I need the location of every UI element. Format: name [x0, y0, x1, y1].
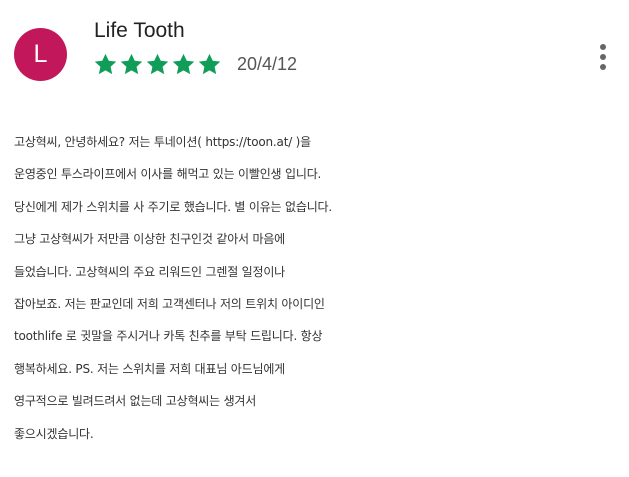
review-line: 고상혁씨, 안녕하세요? 저는 투네이션( https://toon.at/ )…: [14, 135, 311, 149]
star-icon: [94, 53, 117, 75]
review-line: 좋으시겠습니다.: [14, 426, 94, 441]
review-date: 20/4/12: [237, 54, 298, 74]
review-line: 잡아보죠. 저는 판교인데 저희 고객센터나 저의 트위치 아이디인: [14, 296, 325, 311]
menu-dot: [600, 44, 606, 50]
star-icon: [198, 53, 221, 75]
review-line: 그냥 고상혁씨가 저만큼 이상한 친구인것 같아서 마음에: [14, 232, 286, 247]
review-line: toothlife 로 귓말을 주시거나 카톡 친추를 부탁 드립니다. 항상: [14, 329, 323, 344]
star-icon: [146, 53, 169, 75]
author-avatar[interactable]: L: [14, 28, 67, 81]
star-icon: [172, 53, 195, 75]
more-vert-icon[interactable]: [592, 42, 614, 72]
star-rating: [93, 52, 222, 77]
review-line: 운영중인 투스라이프에서 이사를 해먹고 있는 이빨인생 입니다.: [14, 167, 322, 182]
review-line: 당신에게 제가 스위치를 사 주기로 했습니다. 별 이유는 없습니다.: [14, 199, 332, 214]
rating-row: 20/4/12: [93, 52, 297, 77]
menu-dot: [600, 64, 606, 70]
star-icon: [120, 53, 143, 75]
avatar-initial: L: [33, 40, 48, 68]
review-line: 들었습니다. 고상혁씨의 주요 리워드인 그렌절 일정이나: [14, 264, 286, 279]
author-name: Life Tooth: [94, 19, 185, 42]
review-line: 행복하세요. PS. 저는 스위치를 저희 대표님 아드님에게: [14, 361, 286, 376]
review-body: 고상혁씨, 안녕하세요? 저는 투네이션( https://toon.at/ )…: [14, 126, 624, 450]
review-card: L Life Tooth 20/4/12 고상혁씨, 안녕하세요? 저는 투네이…: [0, 0, 629, 477]
review-line: 영구적으로 빌려드려서 없는데 고상혁씨는 생겨서: [14, 394, 257, 409]
menu-dot: [600, 54, 606, 60]
